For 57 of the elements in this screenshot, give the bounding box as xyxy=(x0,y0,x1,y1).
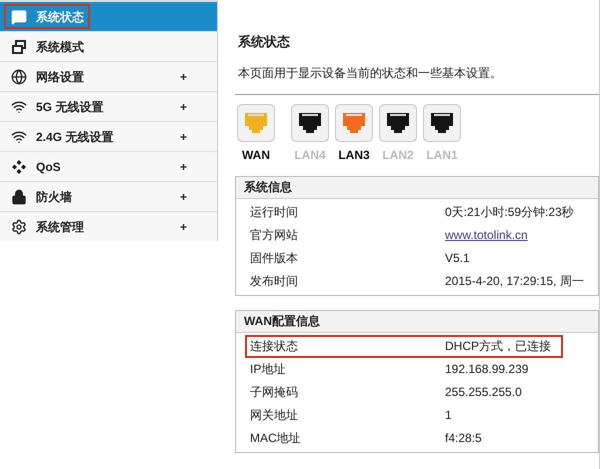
sidebar-label: 系统状态 xyxy=(36,8,84,26)
sidebar-label: 系统管理 xyxy=(36,218,84,236)
row-value: 1 xyxy=(445,407,452,424)
row-value: V5.1 xyxy=(445,250,470,267)
row-value: f4:28:5 xyxy=(445,430,482,447)
expand-icon: + xyxy=(180,98,187,116)
panel-title: 系统信息 xyxy=(244,179,292,196)
row-label: 子网掩码 xyxy=(249,384,299,401)
row-value: 0天:21小时:59分钟:23秒 xyxy=(445,204,574,221)
sidebar-label: 5G 无线设置 xyxy=(36,98,104,116)
port-label: LAN1 xyxy=(426,146,458,164)
expand-icon: + xyxy=(180,188,187,206)
row-label: 固件版本 xyxy=(249,250,299,267)
port-label: LAN3 xyxy=(338,146,370,164)
sidebar-label: 2.4G 无线设置 xyxy=(36,128,114,146)
expand-icon: + xyxy=(180,68,187,86)
row-label: 网关地址 xyxy=(249,407,299,424)
row-label: 官方网站 xyxy=(249,227,299,244)
row-value: 2015-4-20, 17:29:15, 周一 xyxy=(445,273,584,290)
gear-icon xyxy=(11,218,27,234)
sidebar-item[interactable]: 系统状态 xyxy=(0,2,217,31)
row-value: DHCP方式，已连接 xyxy=(445,338,552,355)
row-label: 连接状态 xyxy=(249,338,299,355)
row-value: 255.255.255.0 xyxy=(445,384,522,401)
panel-title: WAN配置信息 xyxy=(244,313,320,330)
port-label: LAN2 xyxy=(382,146,414,164)
sidebar-label: 网络设置 xyxy=(36,68,84,86)
row-value: 192.168.99.239 xyxy=(445,361,528,378)
expand-icon: + xyxy=(180,158,187,176)
expand-icon: + xyxy=(180,128,187,146)
chat-icon xyxy=(11,8,27,24)
website-link[interactable]: www.totolink.cn xyxy=(445,226,528,244)
page-title: 系统状态 xyxy=(238,33,291,51)
sidebar-item[interactable]: 2.4G 无线设置 + xyxy=(0,122,217,151)
row-label: MAC地址 xyxy=(249,430,302,447)
windows-icon xyxy=(11,38,27,54)
row-label: 运行时间 xyxy=(249,204,299,221)
sidebar-item[interactable]: 网络设置 + xyxy=(0,62,217,91)
expand-icon: + xyxy=(180,218,187,236)
wifi-icon xyxy=(11,98,27,114)
wifi-icon xyxy=(11,128,27,144)
sidebar-label: 防火墙 xyxy=(36,188,72,206)
sidebar-item[interactable]: 5G 无线设置 + xyxy=(0,92,217,121)
sidebar-item[interactable]: 系统模式 xyxy=(0,32,217,61)
diamonds-icon xyxy=(11,158,27,174)
sidebar-label: 系统模式 xyxy=(36,38,84,56)
sidebar-label: QoS xyxy=(36,158,61,176)
sidebar-item[interactable]: QoS + xyxy=(0,152,217,181)
port-label: LAN4 xyxy=(294,146,326,164)
page-description: 本页面用于显示设备当前的状态和一些基本设置。 xyxy=(238,64,503,82)
lock-icon xyxy=(11,188,27,204)
row-label: IP地址 xyxy=(249,361,286,378)
sidebar-item[interactable]: 系统管理 + xyxy=(0,212,217,241)
globe-icon xyxy=(11,68,27,84)
sidebar-item[interactable]: 防火墙 + xyxy=(0,182,217,211)
row-label: 发布时间 xyxy=(249,273,299,290)
port-label: WAN xyxy=(242,146,270,164)
